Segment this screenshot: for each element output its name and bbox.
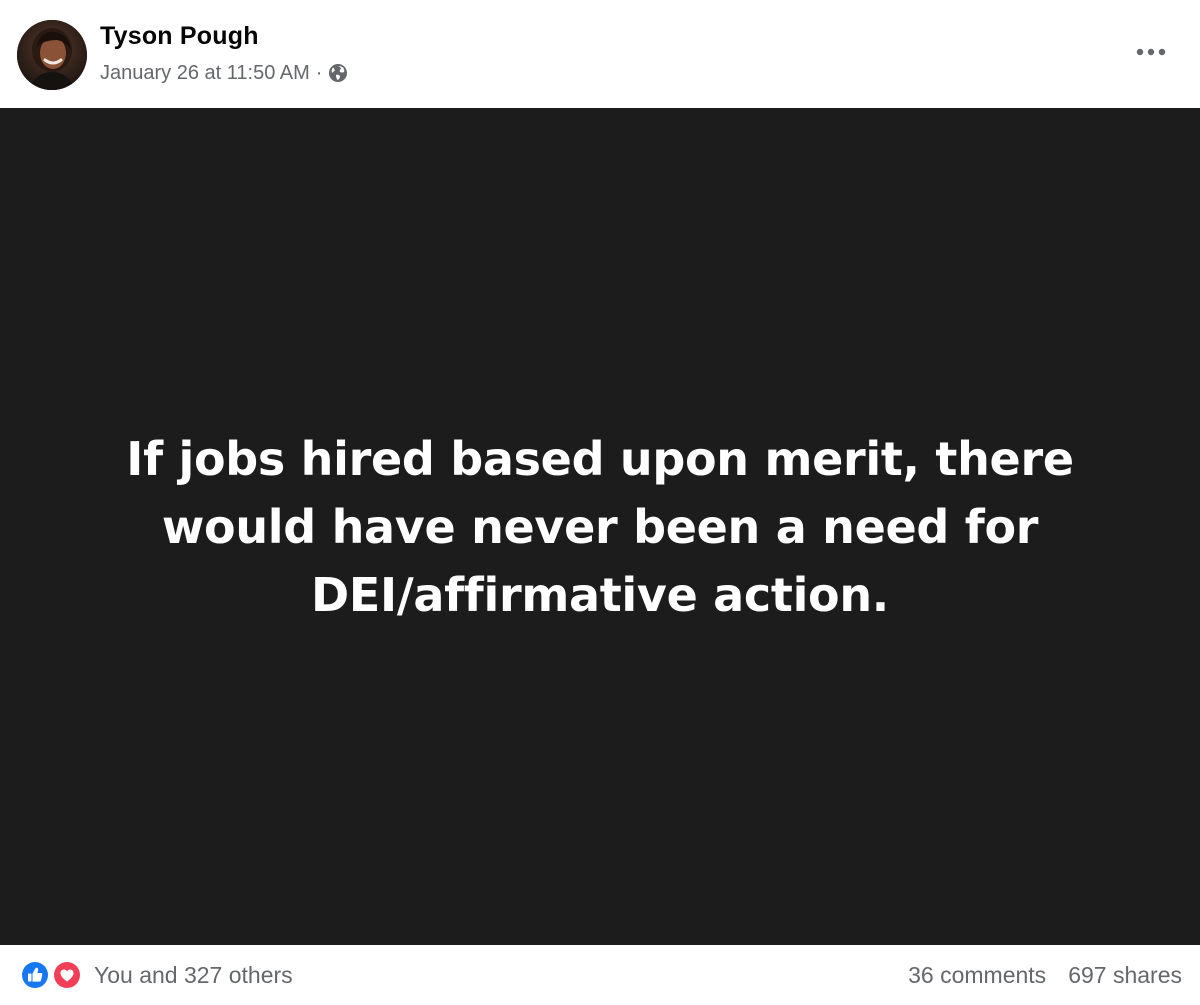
- more-options-icon: [1136, 43, 1166, 61]
- reaction-icons: [20, 960, 84, 990]
- more-options-button[interactable]: [1128, 34, 1174, 70]
- author-name[interactable]: Tyson Pough: [100, 22, 259, 51]
- meta-separator: ·: [315, 61, 323, 84]
- post-image[interactable]: If jobs hired based upon merit, there wo…: [0, 108, 1200, 945]
- facebook-post: Tyson Pough January 26 at 11:50 AM · If …: [0, 0, 1200, 1005]
- reactions-summary[interactable]: You and 327 others: [20, 960, 293, 990]
- engagement-counts: 36 comments 697 shares: [908, 960, 1182, 990]
- post-meta: January 26 at 11:50 AM ·: [100, 59, 348, 87]
- reactions-count-text: You and 327 others: [94, 961, 293, 988]
- globe-icon[interactable]: [328, 63, 348, 83]
- post-header: Tyson Pough January 26 at 11:50 AM ·: [0, 0, 1200, 108]
- comments-count-link[interactable]: 36 comments: [908, 962, 1046, 989]
- post-timestamp[interactable]: January 26 at 11:50 AM: [100, 62, 310, 85]
- love-icon: [52, 960, 82, 990]
- post-quote-text: If jobs hired based upon merit, there wo…: [126, 431, 1074, 622]
- like-icon: [20, 960, 50, 990]
- post-footer: You and 327 others 36 comments 697 share…: [0, 945, 1200, 1005]
- shares-count-link[interactable]: 697 shares: [1068, 962, 1182, 989]
- avatar-photo: [17, 20, 87, 90]
- author-avatar[interactable]: [17, 20, 87, 90]
